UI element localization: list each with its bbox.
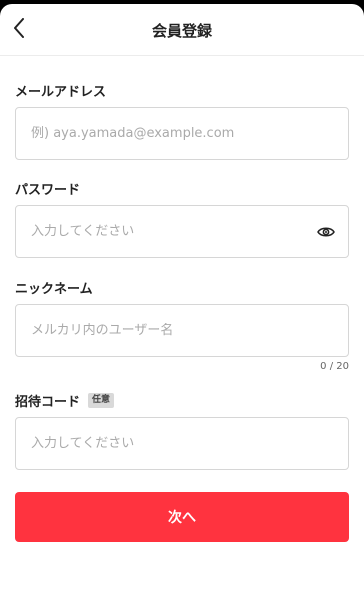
password-label: パスワード: [15, 182, 81, 198]
registration-form: メールアドレス パスワード ニックネーム: [0, 81, 364, 542]
password-label-row: パスワード: [15, 179, 349, 198]
nickname-char-counter: 0 / 20: [320, 361, 349, 372]
next-button[interactable]: 次へ: [15, 492, 349, 542]
email-input[interactable]: [31, 126, 333, 141]
invite-code-input[interactable]: [31, 436, 333, 451]
invite-code-label-row: 招待コード 任意: [15, 391, 349, 410]
page-title: 会員登録: [151, 22, 212, 40]
nickname-label-row: ニックネーム: [15, 278, 349, 297]
password-field-box[interactable]: [15, 205, 349, 258]
eye-icon: [317, 226, 335, 237]
optional-badge: 任意: [88, 392, 115, 408]
email-label-row: メールアドレス: [15, 81, 349, 100]
nickname-field-box[interactable]: [15, 304, 349, 357]
nickname-label: ニックネーム: [15, 281, 93, 297]
nickname-input[interactable]: [31, 323, 333, 338]
invite-code-label: 招待コード: [15, 394, 81, 410]
invite-code-field-box[interactable]: [15, 417, 349, 470]
registration-screen: 会員登録 メールアドレス パスワード ニック: [0, 4, 364, 600]
email-field-box[interactable]: [15, 107, 349, 160]
navigation-bar: 会員登録: [0, 4, 364, 56]
password-visibility-toggle[interactable]: [315, 221, 337, 243]
password-input[interactable]: [31, 224, 333, 239]
email-label: メールアドレス: [15, 84, 107, 100]
